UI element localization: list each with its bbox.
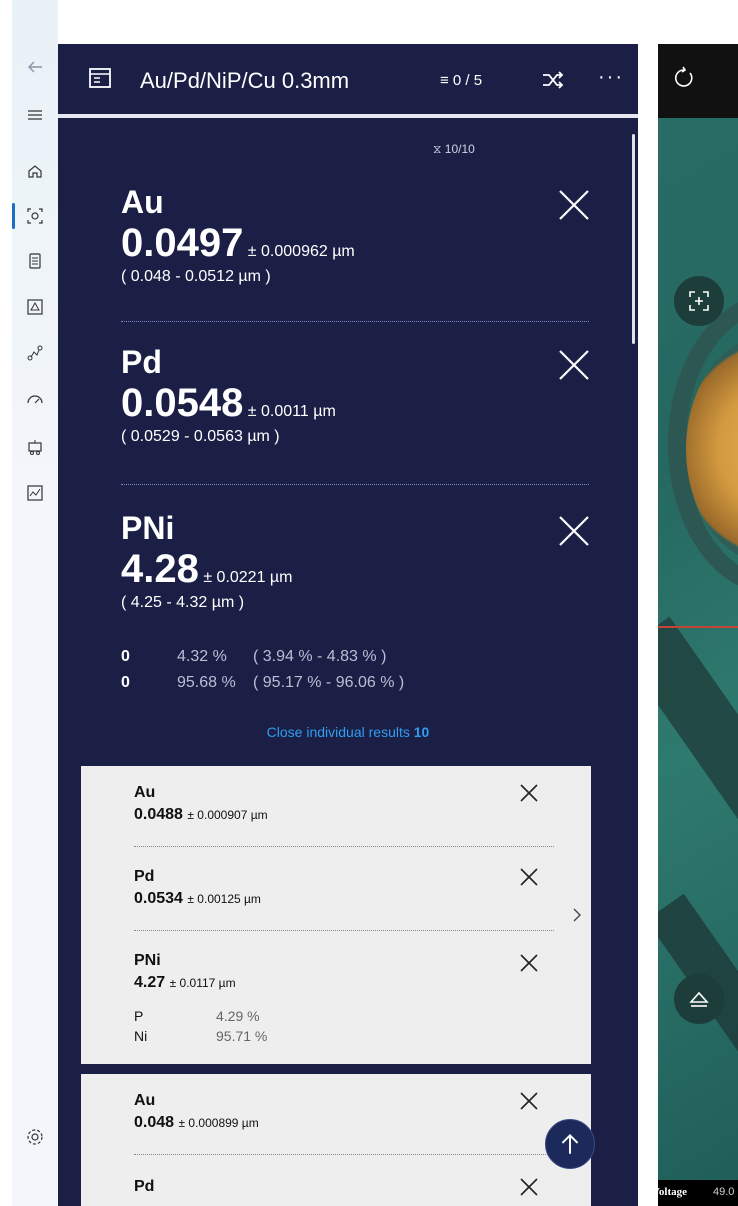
divider — [134, 930, 554, 931]
divider — [121, 484, 589, 485]
panel-header: Au/Pd/NiP/Cu 0.3mm ≡ 0 / 5 ··· — [58, 44, 638, 116]
document-icon[interactable] — [22, 248, 48, 274]
thickness-value: 4.27 ± 0.0117 µm — [134, 974, 236, 991]
element-name: Pd — [121, 344, 162, 380]
composition-row: 0 95.68 %( 95.17 % - 96.06 % ) — [121, 674, 405, 691]
filter-icon: ⧖ — [433, 142, 442, 156]
scroll-to-top-button[interactable] — [545, 1119, 595, 1169]
close-icon[interactable] — [518, 1176, 540, 1198]
divider — [134, 846, 554, 847]
uncertainty: ± 0.0221 µm — [203, 569, 293, 586]
element-name: Au — [134, 1092, 156, 1109]
focus-frame-icon — [689, 291, 709, 311]
element-name: Au — [134, 784, 156, 801]
result-pd: Pd 0.0548 ± 0.0011 µm ( 0.0529 - 0.0563 … — [121, 344, 591, 446]
scrollbar-thumb[interactable] — [632, 134, 635, 344]
close-icon[interactable] — [518, 782, 540, 804]
composition-row: P 4.29 % — [134, 1008, 260, 1024]
close-icon[interactable] — [518, 866, 540, 888]
eject-icon — [689, 991, 709, 1007]
graph-icon[interactable] — [22, 340, 48, 366]
camera-view[interactable]: Voltage 49.0 — [658, 44, 738, 1206]
inspect-icon[interactable] — [22, 294, 48, 320]
individual-result-card[interactable]: Au 0.0488 ± 0.000907 µm Pd 0.0534 ± 0.00… — [81, 766, 591, 1064]
thickness-value: 0.0534 ± 0.00125 µm — [134, 890, 261, 907]
page-title: Au/Pd/NiP/Cu 0.3mm — [140, 68, 350, 93]
arrow-up-icon — [561, 1133, 579, 1154]
top-strip — [58, 0, 738, 44]
measurement-line — [658, 626, 738, 628]
status-bar: Voltage 49.0 — [658, 1180, 738, 1206]
thickness-value: 0.0497 — [121, 221, 244, 265]
voltage-label: Voltage — [658, 1186, 688, 1198]
uncertainty: ± 0.0011 µm — [247, 403, 336, 420]
element-name: PNi — [134, 952, 161, 969]
composition-row: 0 4.32 %( 3.94 % - 4.83 % ) — [121, 648, 387, 665]
range: ( 0.0529 - 0.0563 µm ) — [121, 428, 280, 445]
back-arrow-icon[interactable] — [22, 54, 48, 80]
archive-icon[interactable] — [88, 66, 112, 90]
settings-icon[interactable] — [22, 1124, 48, 1150]
results-panel: Au/Pd/NiP/Cu 0.3mm ≡ 0 / 5 ··· ⧖ 10/10 A… — [58, 44, 638, 1206]
gauge-icon[interactable] — [22, 386, 48, 412]
close-icon[interactable] — [557, 188, 591, 222]
eject-button[interactable] — [674, 974, 724, 1024]
more-options-button[interactable]: ··· — [598, 66, 624, 89]
focus-button[interactable] — [674, 276, 724, 326]
chevron-right-icon[interactable] — [570, 906, 584, 924]
hamburger-icon[interactable] — [22, 102, 48, 128]
individual-result-card[interactable]: Au 0.048 ± 0.000899 µm Pd — [81, 1074, 591, 1206]
voltage-value: 49.0 — [713, 1186, 735, 1198]
shuffle-icon[interactable] — [541, 70, 565, 90]
nav-rail — [12, 0, 58, 1206]
thickness-value: 4.28 — [121, 547, 199, 591]
result-pni: PNi 4.28 ± 0.0221 µm ( 4.25 - 4.32 µm ) — [121, 510, 591, 612]
header-underline — [58, 114, 638, 118]
close-icon[interactable] — [557, 514, 591, 548]
close-icon[interactable] — [557, 348, 591, 382]
home-icon[interactable] — [22, 158, 48, 184]
divider — [134, 1154, 554, 1155]
thickness-value: 0.0488 ± 0.000907 µm — [134, 806, 268, 823]
close-icon[interactable] — [518, 1090, 540, 1112]
chart-icon[interactable] — [22, 480, 48, 506]
uncertainty: ± 0.000962 µm — [247, 243, 355, 260]
divider — [121, 321, 589, 322]
close-individual-results-link[interactable]: Close individual results 10 — [58, 724, 638, 740]
robot-icon[interactable] — [22, 434, 48, 460]
filter-count: ⧖ 10/10 — [433, 142, 475, 156]
element-name: Pd — [134, 1178, 155, 1195]
close-icon[interactable] — [518, 952, 540, 974]
range: ( 4.25 - 4.32 µm ) — [121, 594, 245, 611]
image-stripe — [658, 616, 738, 832]
range: ( 0.048 - 0.0512 µm ) — [121, 268, 271, 285]
thickness-value: 0.048 ± 0.000899 µm — [134, 1114, 259, 1131]
composition-row: Ni 95.71 % — [134, 1028, 268, 1044]
element-name: Au — [121, 184, 164, 220]
thickness-value: 0.0548 — [121, 381, 244, 425]
result-au: Au 0.0497 ± 0.000962 µm ( 0.048 - 0.0512… — [121, 184, 591, 286]
measure-icon[interactable] — [22, 203, 48, 229]
element-name: Pd — [134, 868, 155, 885]
camera-toolbar — [658, 44, 738, 118]
counter-button[interactable]: ≡ 0 / 5 — [440, 72, 482, 89]
refresh-icon[interactable] — [672, 66, 696, 90]
element-name: PNi — [121, 510, 175, 546]
selected-indicator — [12, 203, 15, 229]
